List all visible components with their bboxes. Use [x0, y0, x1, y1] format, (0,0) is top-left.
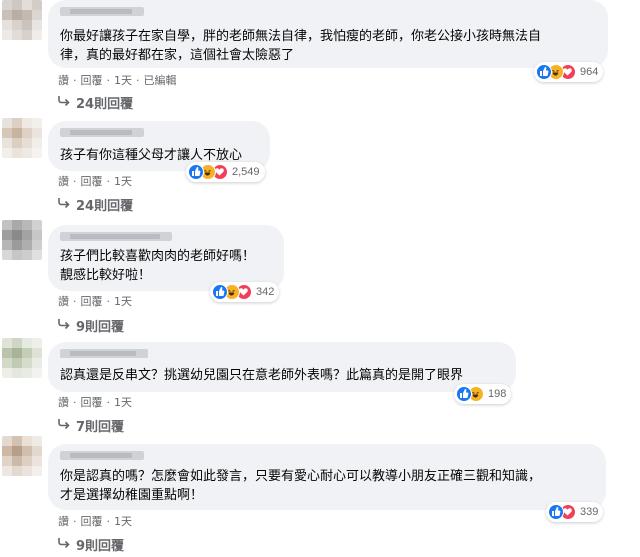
view-replies-link[interactable]: 24則回覆 — [58, 93, 133, 112]
separator-dot: · — [73, 294, 77, 308]
commenter-name-redacted[interactable] — [60, 128, 144, 137]
reaction-summary[interactable]: 339 — [546, 502, 604, 522]
separator-dot: · — [136, 73, 140, 87]
like-icon — [188, 164, 204, 180]
separator-dot: · — [106, 73, 111, 87]
comment-text-line: 認真還是反串文？挑選幼兒園只在意老師外表嗎？此篇真的是開了眼界 — [60, 368, 464, 383]
commenter-name-redacted[interactable] — [60, 232, 172, 241]
replies-count: 9則回覆 — [76, 320, 125, 335]
reply-arrow-icon — [58, 197, 70, 212]
separator-dot: · — [106, 395, 111, 409]
separator-dot: · — [73, 174, 77, 188]
avatar[interactable] — [2, 0, 42, 40]
comment-time[interactable]: 1天 — [114, 394, 132, 410]
reply-arrow-icon — [58, 537, 70, 552]
like-action[interactable]: 讚 — [58, 394, 69, 410]
comment-time[interactable]: 1天 — [114, 72, 132, 88]
like-icon — [212, 284, 228, 300]
comment-actions: 讚 · 回覆 · 1天 — [58, 394, 132, 410]
view-replies-link[interactable]: 9則回覆 — [58, 316, 124, 335]
reply-action[interactable]: 回覆 — [81, 173, 103, 189]
avatar[interactable] — [2, 118, 42, 158]
view-replies-link[interactable]: 7則回覆 — [58, 416, 124, 435]
replies-count: 24則回覆 — [76, 199, 134, 214]
reply-arrow-icon — [58, 418, 70, 433]
like-icon — [548, 504, 564, 520]
reply-arrow-icon — [58, 95, 70, 110]
avatar[interactable] — [2, 220, 42, 260]
reaction-count: 198 — [488, 388, 507, 400]
like-icon — [456, 386, 472, 402]
separator-dot: · — [73, 514, 77, 528]
comment-bubble: 你是認真的嗎？怎麼會如此發言，只要有愛心耐心可以教導小朋友正確三觀和知識， 才是… — [48, 444, 606, 510]
reply-action[interactable]: 回覆 — [81, 394, 103, 410]
comment-text-line: 你是認真的嗎？怎麼會如此發言，只要有愛心耐心可以教導小朋友正確三觀和知識， — [60, 469, 542, 484]
replies-count: 24則回覆 — [76, 97, 134, 112]
like-action[interactable]: 讚 — [58, 173, 69, 189]
reaction-count: 2,549 — [232, 166, 260, 178]
comment-actions: 讚 · 回覆 · 1天 — [58, 513, 132, 529]
separator-dot: · — [106, 294, 111, 308]
replies-count: 9則回覆 — [76, 539, 125, 554]
avatar[interactable] — [2, 436, 42, 476]
commenter-name-redacted[interactable] — [60, 451, 144, 460]
separator-dot: · — [73, 73, 77, 87]
comment-text-line: 靚感比較好啦！ — [60, 268, 152, 283]
comment-actions: 讚 · 回覆 · 1天 · 已編輯 — [58, 72, 177, 88]
like-icon — [536, 64, 552, 80]
separator-dot: · — [73, 395, 77, 409]
comment-actions: 讚 · 回覆 · 1天 — [58, 293, 132, 309]
reaction-count: 342 — [256, 286, 275, 298]
comment-bubble: 認真還是反串文？挑選幼兒園只在意老師外表嗎？此篇真的是開了眼界 — [48, 342, 516, 392]
like-action[interactable]: 讚 — [58, 513, 69, 529]
separator-dot: · — [106, 174, 111, 188]
comment-time[interactable]: 1天 — [114, 513, 132, 529]
comment-time[interactable]: 1天 — [114, 173, 132, 189]
comment-text-line: 你最好讓孩子在家自學，胖的老師無法自律，我怕瘦的老師，你老公接小孩時無法自 — [60, 29, 542, 44]
reaction-summary[interactable]: 964 — [534, 62, 604, 82]
like-action[interactable]: 讚 — [58, 72, 69, 88]
reply-action[interactable]: 回覆 — [81, 72, 103, 88]
comment-text-line: 律，真的最好都在家，這個社會太險惡了 — [60, 48, 295, 63]
reply-action[interactable]: 回覆 — [81, 513, 103, 529]
comment-actions: 讚 · 回覆 · 1天 — [58, 173, 132, 189]
reaction-count: 964 — [580, 66, 599, 78]
comment-time[interactable]: 1天 — [114, 293, 132, 309]
separator-dot: · — [106, 514, 111, 528]
reaction-count: 339 — [580, 506, 599, 518]
like-action[interactable]: 讚 — [58, 293, 69, 309]
edited-label[interactable]: 已編輯 — [144, 72, 177, 88]
commenter-name-redacted[interactable] — [60, 349, 148, 358]
reaction-summary[interactable]: 198 — [454, 384, 512, 404]
reaction-summary[interactable]: 2,549 — [186, 162, 265, 182]
comment-text-line: 才是選擇幼稚園重點啊！ — [60, 488, 204, 503]
comment-text-line: 孩子們比較喜歡肉肉的老師好嗎！ — [60, 249, 256, 264]
comment-bubble: 你最好讓孩子在家自學，胖的老師無法自律，我怕瘦的老師，你老公接小孩時無法自 律，… — [48, 0, 608, 68]
avatar[interactable] — [2, 338, 42, 378]
commenter-name-redacted[interactable] — [60, 7, 144, 16]
replies-count: 7則回覆 — [76, 420, 125, 435]
reply-arrow-icon — [58, 318, 70, 333]
view-replies-link[interactable]: 9則回覆 — [58, 535, 124, 554]
reply-action[interactable]: 回覆 — [81, 293, 103, 309]
reaction-summary[interactable]: 342 — [210, 282, 280, 302]
view-replies-link[interactable]: 24則回覆 — [58, 195, 133, 214]
